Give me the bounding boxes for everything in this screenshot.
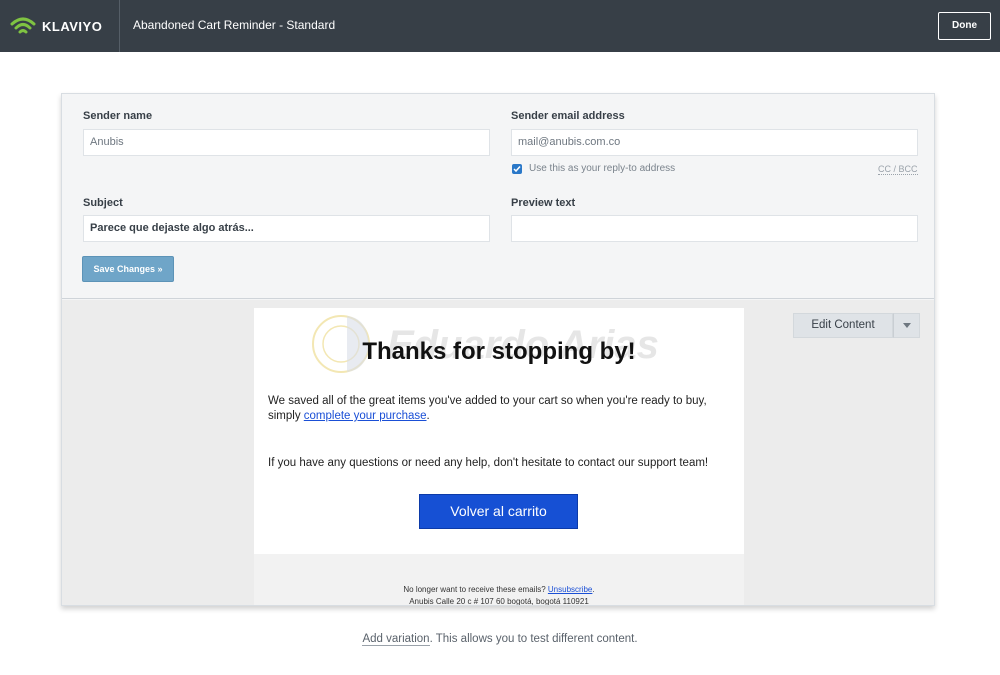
topbar-divider — [119, 0, 120, 52]
sender-name-field[interactable]: Anubis — [83, 129, 490, 156]
sender-email-field[interactable]: mail@anubis.com.co — [511, 129, 918, 156]
edit-content-dropdown[interactable] — [893, 313, 920, 338]
klaviyo-logo[interactable]: KLAVIYO — [10, 14, 102, 38]
done-button[interactable]: Done — [938, 12, 991, 40]
unsubscribe-end: . — [592, 585, 595, 594]
variation-row: Add variation. This allows you to test d… — [0, 633, 1000, 646]
reply-to-label: Use this as your reply-to address — [529, 163, 676, 174]
preview-text-field[interactable] — [511, 215, 918, 242]
email-body-end: . — [426, 410, 430, 422]
sender-email-label: Sender email address — [511, 110, 625, 122]
message-settings-form: Sender name Anubis Sender email address … — [62, 94, 934, 299]
cc-bcc-link[interactable]: CC / BCC — [878, 164, 918, 175]
add-variation-link[interactable]: Add variation — [362, 633, 430, 646]
unsubscribe-line: No longer want to receive these emails? … — [254, 585, 744, 594]
complete-purchase-link[interactable]: complete your purchase — [304, 410, 427, 422]
email-preview: Eduardo Arias Thanks for stopping by! We… — [254, 308, 744, 606]
edit-content-button[interactable]: Edit Content — [793, 313, 893, 338]
subject-label: Subject — [83, 197, 123, 209]
brand-name: KLAVIYO — [42, 18, 103, 34]
caret-down-icon — [902, 323, 911, 328]
footer-address: Anubis Calle 20 c # 107 60 bogotá, bogot… — [409, 597, 589, 606]
email-footer: No longer want to receive these emails? … — [254, 554, 744, 606]
unsubscribe-link[interactable]: Unsubscribe — [548, 585, 592, 594]
checkmark-icon — [513, 165, 521, 172]
email-body-paragraph: We saved all of the great items you've a… — [268, 394, 730, 424]
sender-name-label: Sender name — [83, 110, 153, 122]
preview-text-label: Preview text — [511, 197, 576, 209]
email-heading: Thanks for stopping by! — [362, 338, 636, 365]
subject-field[interactable]: Parece que dejaste algo atrás... — [83, 215, 490, 242]
wifi-logo-icon — [10, 15, 36, 37]
back-to-cart-button[interactable]: Volver al carrito — [419, 494, 578, 529]
flow-title: Abandoned Cart Reminder - Standard — [133, 18, 336, 32]
email-support-text: If you have any questions or need any he… — [268, 457, 709, 469]
reply-to-row: Use this as your reply-to address — [512, 163, 675, 174]
variation-description: . This allows you to test different cont… — [429, 633, 638, 645]
reply-to-checkbox[interactable] — [512, 163, 522, 174]
save-changes-button[interactable]: Save Changes » — [82, 256, 174, 282]
edit-content-group: Edit Content — [793, 313, 920, 338]
top-bar: KLAVIYO Abandoned Cart Reminder - Standa… — [0, 0, 1000, 52]
unsubscribe-text: No longer want to receive these emails? — [403, 585, 548, 594]
message-card: Sender name Anubis Sender email address … — [61, 93, 935, 606]
email-preview-area: Eduardo Arias Thanks for stopping by! We… — [62, 300, 934, 606]
